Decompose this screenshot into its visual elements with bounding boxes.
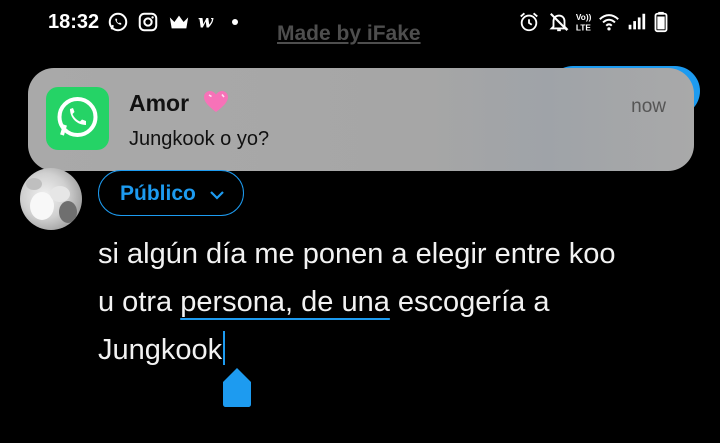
text-line-1: si algún día me ponen a elegir entre koo: [98, 238, 616, 270]
text-segment: u otra: [98, 286, 181, 318]
chevron-down-icon: [210, 191, 224, 200]
notification-banner[interactable]: Amor Jungkook o yo? now: [28, 68, 694, 171]
status-bar: 18:32 w Made by iFake Vo)) LTE: [0, 0, 720, 48]
svg-text:w: w: [198, 13, 214, 33]
battery-icon: [654, 11, 668, 33]
svg-text:LTE: LTE: [576, 23, 591, 32]
tweet-text-input[interactable]: si algún día me ponen a elegir entre koo…: [98, 230, 698, 374]
alarm-icon: [520, 12, 538, 32]
heart-emoji-icon: [202, 88, 230, 121]
status-time: 18:32: [48, 11, 100, 33]
avatar[interactable]: [20, 168, 82, 230]
whatsapp-app-icon: [46, 87, 109, 150]
watermark: Made by iFake: [277, 22, 421, 45]
cursor-handle[interactable]: [222, 366, 252, 408]
text-line-2: u otra persona, de una escogería a: [98, 278, 698, 326]
text-line-3: Jungkook: [98, 326, 698, 374]
volte-icon: Vo)) LTE: [576, 13, 592, 32]
text-segment: Jungkook: [98, 334, 223, 366]
notification-message: Jungkook o yo?: [129, 128, 270, 150]
text-cursor: [223, 331, 226, 365]
crown-icon: [169, 15, 189, 29]
mute-icon: [549, 13, 569, 32]
instagram-icon: [138, 12, 158, 32]
more-notifications-dot: [232, 19, 238, 25]
spellcheck-underlined-text: persona, de una: [180, 286, 390, 318]
text-segment: escogería a: [389, 286, 550, 318]
whatsapp-icon: [108, 12, 128, 32]
notification-time: now: [631, 96, 666, 117]
svg-text:Vo)): Vo)): [576, 13, 592, 22]
notification-title: Amor: [129, 90, 190, 116]
app-w-icon: w: [198, 13, 214, 33]
audience-label: Público: [120, 182, 196, 205]
audience-button[interactable]: Público: [98, 170, 244, 216]
signal-icon: [628, 13, 646, 30]
wifi-icon: [599, 14, 619, 31]
